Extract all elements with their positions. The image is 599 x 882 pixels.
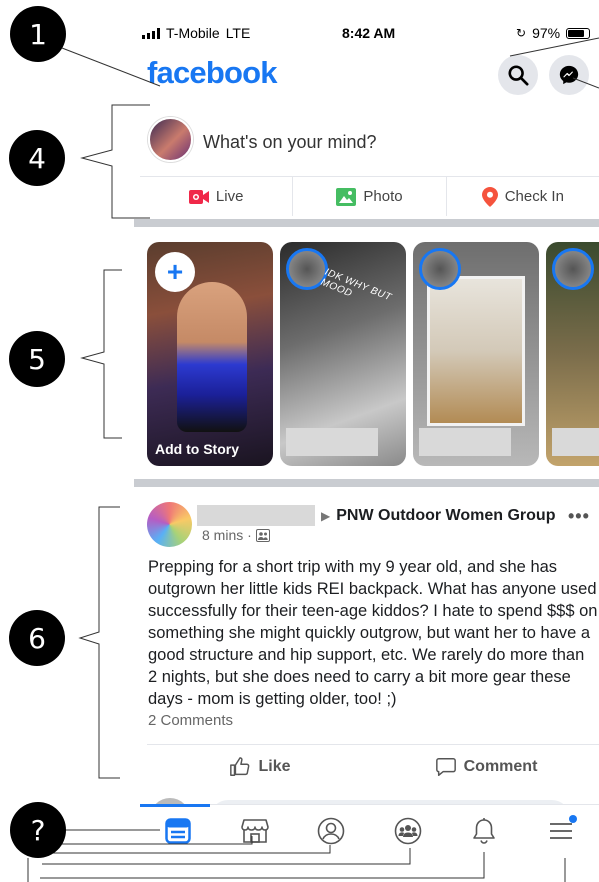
story-overlay-text: IDK WHY BUT MOOD bbox=[319, 266, 393, 304]
story-avatar bbox=[419, 248, 461, 290]
comment-count[interactable]: 2 Comments bbox=[148, 712, 233, 729]
groups-icon bbox=[394, 817, 422, 844]
status-left: T-Mobile LTE bbox=[142, 25, 250, 41]
callout-1: 1 bbox=[10, 6, 66, 62]
battery-percent: 97% bbox=[532, 25, 561, 41]
user-avatar[interactable] bbox=[148, 117, 193, 162]
orientation-lock-icon: ↻ bbox=[516, 26, 527, 40]
menu-icon bbox=[549, 822, 572, 839]
comment-button[interactable]: Comment bbox=[373, 745, 599, 789]
callout-4: 4 bbox=[9, 130, 65, 186]
story-name-redacted bbox=[419, 428, 511, 456]
post-header: ▶ PNW Outdoor Women Group bbox=[197, 505, 555, 526]
section-divider bbox=[134, 219, 599, 227]
search-icon bbox=[508, 65, 529, 86]
add-to-story-label: Add to Story bbox=[155, 441, 239, 457]
status-time: 8:42 AM bbox=[342, 25, 396, 41]
marketplace-icon bbox=[240, 818, 269, 843]
status-bar: T-Mobile LTE 8:42 AM ↻ 97% bbox=[0, 22, 599, 44]
story-card[interactable] bbox=[546, 242, 599, 466]
check-in-button[interactable]: Check In bbox=[447, 177, 599, 216]
post-time[interactable]: 8 mins · bbox=[202, 527, 252, 543]
story-card[interactable] bbox=[413, 242, 539, 466]
callout-5: 5 bbox=[9, 331, 65, 387]
search-button[interactable] bbox=[498, 55, 538, 95]
bottom-tab-bar bbox=[140, 804, 599, 856]
composer-input[interactable]: What's on your mind? bbox=[203, 132, 377, 153]
battery-icon bbox=[566, 27, 591, 39]
tab-marketplace[interactable] bbox=[217, 805, 294, 856]
story-card[interactable]: IDK WHY BUT MOOD bbox=[280, 242, 406, 466]
news-feed-icon bbox=[165, 817, 191, 844]
notifications-icon bbox=[473, 817, 496, 844]
carrier-name: T-Mobile bbox=[166, 25, 220, 41]
arrow-right-icon: ▶ bbox=[321, 508, 331, 523]
comment-label: Comment bbox=[463, 758, 538, 775]
profile-icon bbox=[317, 817, 345, 844]
live-video-icon bbox=[188, 189, 209, 204]
author-name-redacted[interactable] bbox=[197, 505, 315, 526]
photo-button[interactable]: Photo bbox=[293, 177, 447, 216]
check-in-label: Check In bbox=[504, 188, 564, 205]
story-name-redacted bbox=[286, 428, 378, 456]
post-author-avatar[interactable] bbox=[147, 502, 192, 547]
location-pin-icon bbox=[481, 186, 498, 207]
post-body: Prepping for a short trip with my 9 year… bbox=[148, 558, 598, 708]
tab-notifications[interactable] bbox=[446, 805, 523, 856]
live-button[interactable]: Live bbox=[140, 177, 294, 216]
group-audience-icon bbox=[255, 528, 270, 542]
group-name[interactable]: PNW Outdoor Women Group bbox=[336, 507, 555, 525]
composer-actions: Live Photo Check In bbox=[140, 176, 599, 216]
stories-tray: + Add to Story IDK WHY BUT MOOD bbox=[147, 242, 599, 466]
comment-bubble-icon bbox=[435, 758, 456, 776]
post-composer: What's on your mind? Live Photo Check In bbox=[140, 112, 599, 216]
more-options-icon[interactable]: ••• bbox=[568, 506, 590, 527]
callout-question: ? bbox=[10, 802, 66, 858]
tab-groups[interactable] bbox=[370, 805, 447, 856]
add-to-story-card[interactable]: + Add to Story bbox=[147, 242, 273, 466]
photo-label: Photo bbox=[363, 188, 403, 205]
signal-icon bbox=[142, 27, 160, 39]
like-label: Like bbox=[258, 758, 291, 775]
like-button[interactable]: Like bbox=[147, 745, 373, 789]
section-divider bbox=[134, 479, 599, 487]
callout-6: 6 bbox=[9, 610, 65, 666]
messenger-icon bbox=[559, 65, 579, 85]
thumbs-up-icon bbox=[230, 757, 250, 776]
tab-menu[interactable] bbox=[523, 805, 599, 856]
facebook-logo[interactable]: facebook bbox=[147, 55, 278, 91]
story-avatar bbox=[552, 248, 594, 290]
status-right: ↻ 97% bbox=[516, 25, 591, 41]
story-photo bbox=[427, 276, 525, 426]
tab-news-feed[interactable] bbox=[140, 804, 217, 856]
photo-icon bbox=[336, 187, 357, 206]
story-name-redacted bbox=[552, 428, 599, 456]
network-type: LTE bbox=[225, 25, 251, 41]
messenger-button[interactable] bbox=[549, 55, 589, 95]
post-meta: 8 mins · bbox=[202, 527, 270, 543]
post-actions: Like Comment bbox=[147, 744, 599, 789]
story-own-image bbox=[177, 282, 247, 432]
tab-profile[interactable] bbox=[293, 805, 370, 856]
menu-notification-dot bbox=[569, 815, 577, 823]
add-story-icon[interactable]: + bbox=[155, 252, 195, 292]
live-label: Live bbox=[215, 188, 244, 205]
